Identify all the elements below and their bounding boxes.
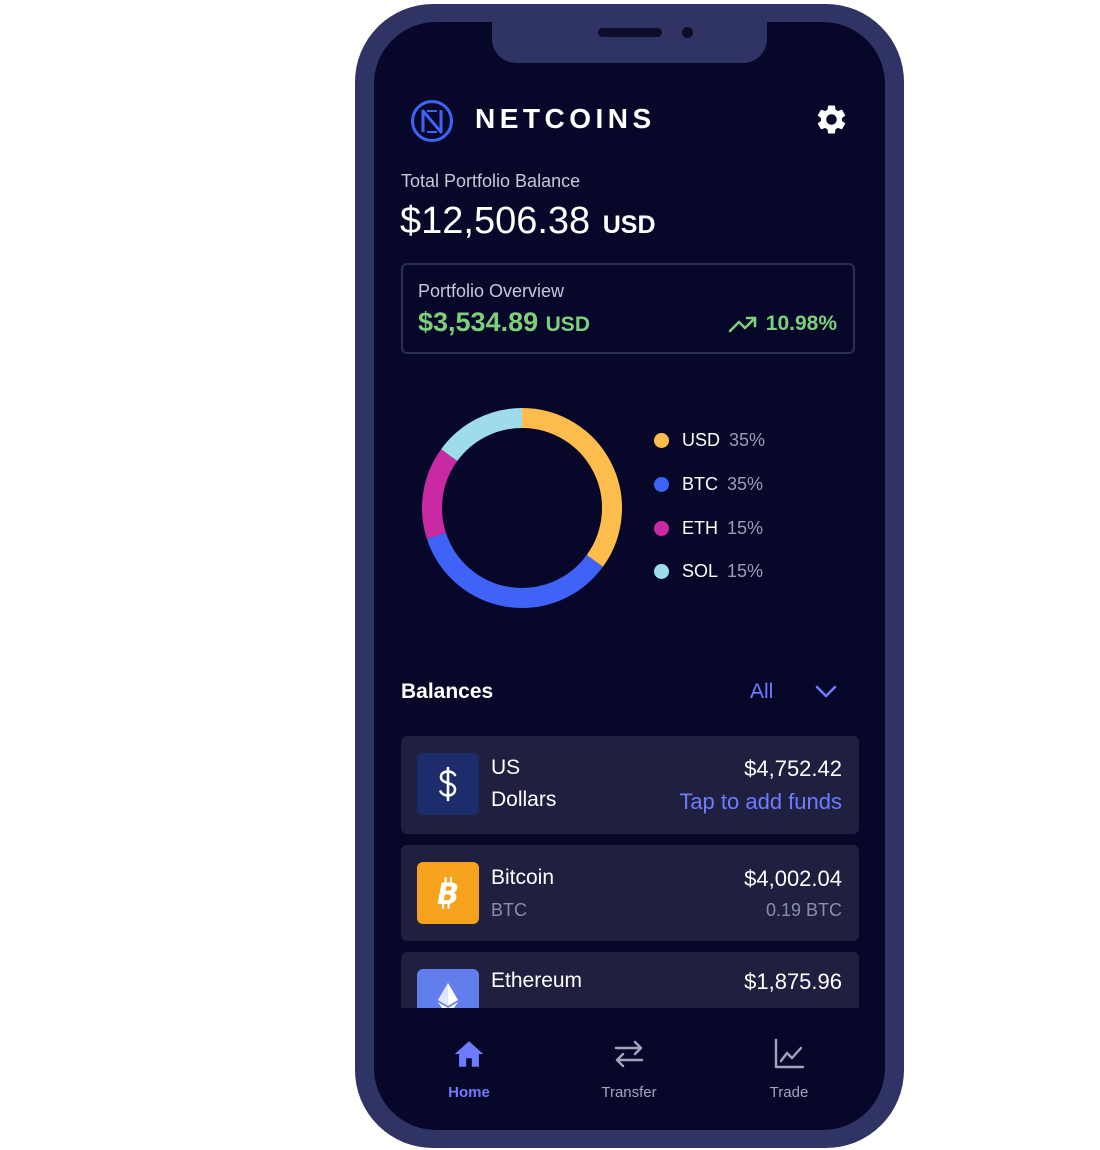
balances-list[interactable]: US Dollars $4,752.42 Tap to add funds B … bbox=[401, 736, 859, 1008]
tab-transfer[interactable]: Transfer bbox=[569, 1037, 689, 1101]
portfolio-balance: $12,506.38 USD bbox=[400, 200, 656, 243]
balance-amount: $1,875.96 bbox=[744, 969, 842, 994]
balances-title: Balances bbox=[401, 680, 494, 703]
ethereum-icon bbox=[417, 969, 479, 1008]
balance-name-line1: US bbox=[491, 756, 521, 779]
transfer-icon bbox=[614, 1040, 644, 1068]
balance-row-eth[interactable]: Ethereum $1,875.96 bbox=[401, 952, 859, 1008]
tab-home[interactable]: Home bbox=[409, 1037, 529, 1101]
legend-item-btc: BTC 35% bbox=[654, 474, 763, 495]
front-camera bbox=[682, 27, 693, 38]
legend-dot-eth bbox=[654, 521, 669, 536]
tab-label: Trade bbox=[769, 1084, 809, 1101]
portfolio-overview-amount: $3,534.89 USD bbox=[418, 307, 590, 338]
trending-up-icon bbox=[728, 316, 757, 333]
donut-slice-sol bbox=[441, 408, 523, 462]
phone-notch bbox=[492, 22, 767, 63]
balance-symbol: BTC bbox=[491, 900, 527, 920]
balance-amount: $4,752.42 bbox=[744, 756, 842, 781]
add-funds-link[interactable]: Tap to add funds bbox=[679, 789, 842, 815]
bitcoin-glyph: B bbox=[437, 876, 459, 911]
balance-name: Bitcoin bbox=[491, 866, 555, 889]
ethereum-glyph bbox=[438, 983, 458, 1008]
trade-chart-icon bbox=[774, 1038, 805, 1069]
portfolio-overview-label: Portfolio Overview bbox=[418, 281, 565, 301]
legend-dot-btc bbox=[654, 477, 669, 492]
donut-slice-usd bbox=[521, 408, 622, 567]
netcoins-logo-icon bbox=[411, 100, 453, 142]
bottom-tab-bar: Home Transfer Trade bbox=[374, 1022, 885, 1130]
legend-percent: 35% bbox=[729, 430, 766, 450]
legend-name: SOL bbox=[682, 561, 719, 581]
overview-amount-currency: USD bbox=[545, 313, 590, 336]
allocation-donut-chart bbox=[422, 408, 622, 608]
balance-row-usd[interactable]: US Dollars $4,752.42 Tap to add funds bbox=[401, 736, 859, 834]
balance-amount: $4,002.04 bbox=[744, 866, 842, 891]
speaker bbox=[598, 28, 662, 37]
balance-name-line2: Dollars bbox=[491, 788, 557, 811]
legend-dot-sol bbox=[654, 564, 669, 579]
gear-icon[interactable] bbox=[814, 102, 849, 137]
legend-item-eth: ETH 15% bbox=[654, 518, 763, 539]
legend-percent: 15% bbox=[727, 518, 764, 538]
portfolio-change-percent: 10.98% bbox=[765, 312, 837, 335]
chevron-down-icon[interactable] bbox=[814, 682, 838, 702]
legend-name: USD bbox=[682, 430, 721, 450]
bitcoin-icon: B bbox=[417, 862, 479, 924]
portfolio-change: 10.98% bbox=[728, 312, 837, 336]
balance-name: Ethereum bbox=[491, 969, 583, 992]
balances-filter[interactable]: All bbox=[750, 680, 773, 704]
legend-item-sol: SOL 15% bbox=[654, 561, 763, 582]
dollar-icon bbox=[417, 753, 479, 815]
balance-row-btc[interactable]: B Bitcoin BTC $4,002.04 0.19 BTC bbox=[401, 845, 859, 941]
legend-name: BTC bbox=[682, 474, 718, 494]
legend-name: ETH bbox=[682, 518, 718, 538]
portfolio-balance-currency: USD bbox=[602, 211, 656, 239]
portfolio-overview-card[interactable]: Portfolio Overview $3,534.89 USD 10.98% bbox=[401, 263, 855, 354]
balance-holding: 0.19 BTC bbox=[765, 900, 842, 920]
portfolio-balance-amount: $12,506.38 bbox=[400, 200, 591, 242]
app-screen: NETCOINS Total Portfolio Balance $12,506… bbox=[374, 22, 885, 1130]
tab-label: Home bbox=[448, 1084, 490, 1101]
brand-name: NETCOINS bbox=[475, 103, 656, 134]
donut-slice-btc bbox=[426, 532, 603, 608]
legend-percent: 15% bbox=[727, 561, 764, 581]
portfolio-balance-label: Total Portfolio Balance bbox=[401, 171, 581, 191]
legend-item-usd: USD 35% bbox=[654, 430, 765, 451]
dollar-glyph bbox=[439, 766, 457, 802]
legend-percent: 35% bbox=[727, 474, 764, 494]
legend-dot-usd bbox=[654, 433, 669, 448]
tab-label: Transfer bbox=[601, 1084, 657, 1101]
donut-slice-eth bbox=[422, 449, 458, 539]
overview-amount-value: $3,534.89 bbox=[418, 307, 539, 337]
tab-trade[interactable]: Trade bbox=[729, 1037, 849, 1101]
home-icon bbox=[454, 1041, 484, 1067]
